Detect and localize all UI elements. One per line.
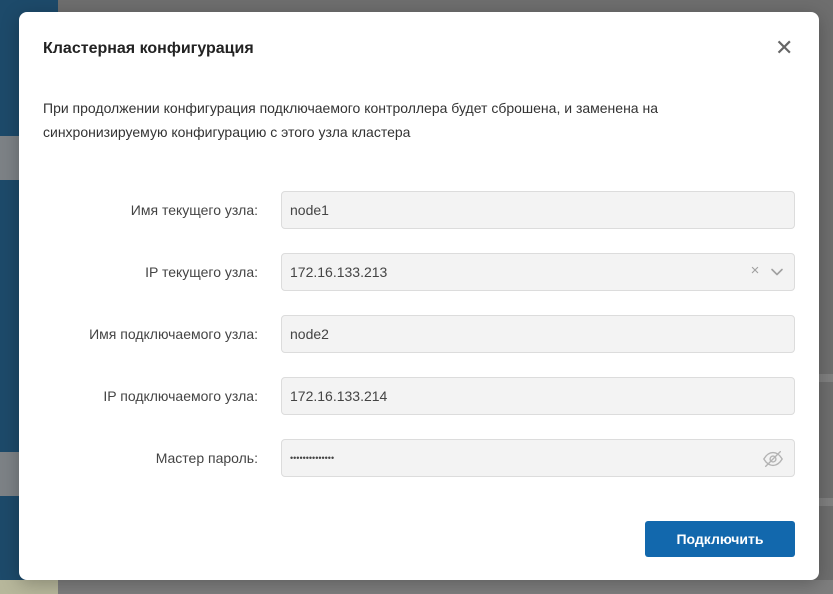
current-node-name-label: Имя текущего узла:	[130, 202, 258, 218]
modal-description: При продолжении конфигурация подключаемо…	[43, 100, 659, 140]
current-node-ip-select[interactable]: 172.16.133.213 ×	[281, 253, 795, 291]
clear-icon[interactable]: ×	[748, 263, 762, 278]
connected-node-name-input[interactable]	[282, 316, 794, 352]
connected-node-name-label: Имя подключаемого узла:	[89, 326, 258, 342]
connected-node-ip-row: IP подключаемого узла:	[19, 377, 819, 415]
connected-node-name-row: Имя подключаемого узла:	[19, 315, 819, 353]
current-node-ip-row: IP текущего узла: 172.16.133.213 ×	[19, 253, 819, 291]
master-password-field[interactable]: ••••••••••••••	[281, 439, 795, 477]
connect-button[interactable]: Подключить	[645, 521, 795, 557]
background-bottom	[0, 580, 833, 594]
eye-off-icon[interactable]	[762, 448, 784, 470]
connected-node-ip-input[interactable]	[282, 378, 794, 414]
current-node-name-field	[281, 191, 795, 229]
modal-title: Кластерная конфигурация	[43, 40, 254, 57]
connected-node-ip-label: IP подключаемого узла:	[103, 388, 258, 404]
cluster-config-modal: Кластерная конфигурация ✕ При продолжени…	[19, 12, 819, 580]
current-node-ip-value: 172.16.133.213	[290, 264, 388, 280]
current-node-ip-label: IP текущего узла:	[145, 264, 258, 280]
background-bottom-strip	[0, 580, 58, 594]
connected-node-name-field	[281, 315, 795, 353]
current-node-name-row: Имя текущего узла:	[19, 191, 819, 229]
master-password-input[interactable]: ••••••••••••••	[290, 440, 334, 476]
master-password-row: Мастер пароль: ••••••••••••••	[19, 439, 819, 477]
close-icon[interactable]: ✕	[775, 37, 793, 59]
connected-node-ip-field	[281, 377, 795, 415]
chevron-down-icon[interactable]	[770, 265, 784, 279]
master-password-label: Мастер пароль:	[155, 450, 258, 466]
current-node-name-input[interactable]	[282, 192, 794, 228]
